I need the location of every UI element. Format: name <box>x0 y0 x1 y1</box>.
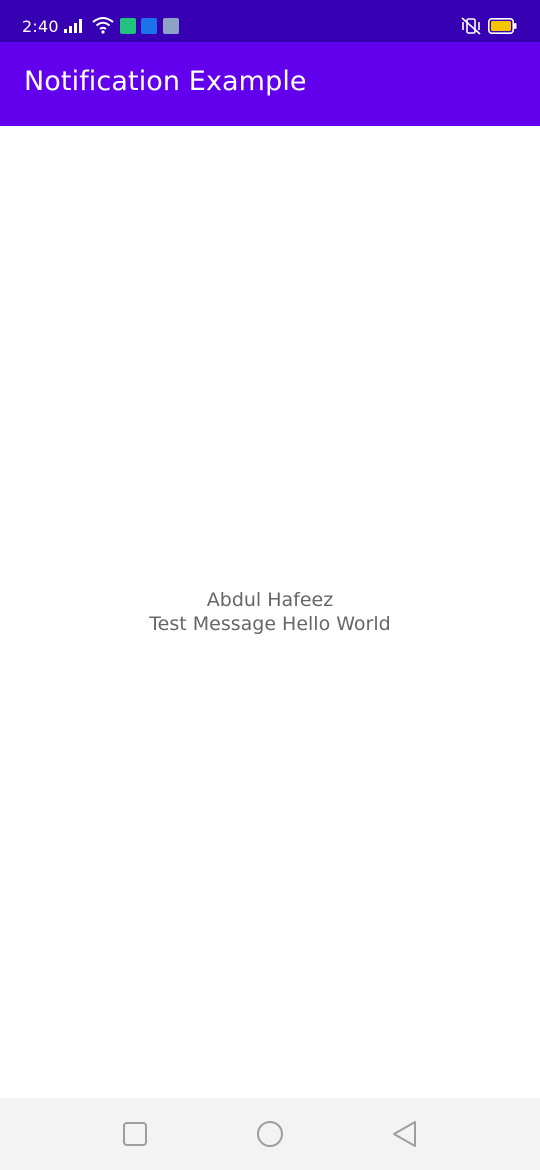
signal-icon <box>64 19 82 33</box>
battery-icon <box>488 18 517 34</box>
recents-button[interactable] <box>119 1118 151 1150</box>
page-title: Notification Example <box>24 66 307 97</box>
android-icon <box>120 18 136 34</box>
drive-icon <box>163 18 179 34</box>
main-content: Abdul Hafeez Test Message Hello World <box>0 126 540 1098</box>
vibrate-icon <box>461 17 481 35</box>
vpn-icon <box>141 18 157 34</box>
status-time: 2:40 <box>22 17 59 36</box>
app-bar: Notification Example <box>0 42 540 126</box>
wifi-icon <box>92 17 114 34</box>
notification-message-block: Abdul Hafeez Test Message Hello World <box>0 588 540 636</box>
home-button[interactable] <box>254 1118 286 1150</box>
sender-name: Abdul Hafeez <box>206 589 334 611</box>
status-bar: 2:40 <box>0 0 540 42</box>
back-button[interactable] <box>389 1118 421 1150</box>
navigation-bar <box>0 1098 540 1170</box>
message-text: Test Message Hello World <box>149 613 391 635</box>
